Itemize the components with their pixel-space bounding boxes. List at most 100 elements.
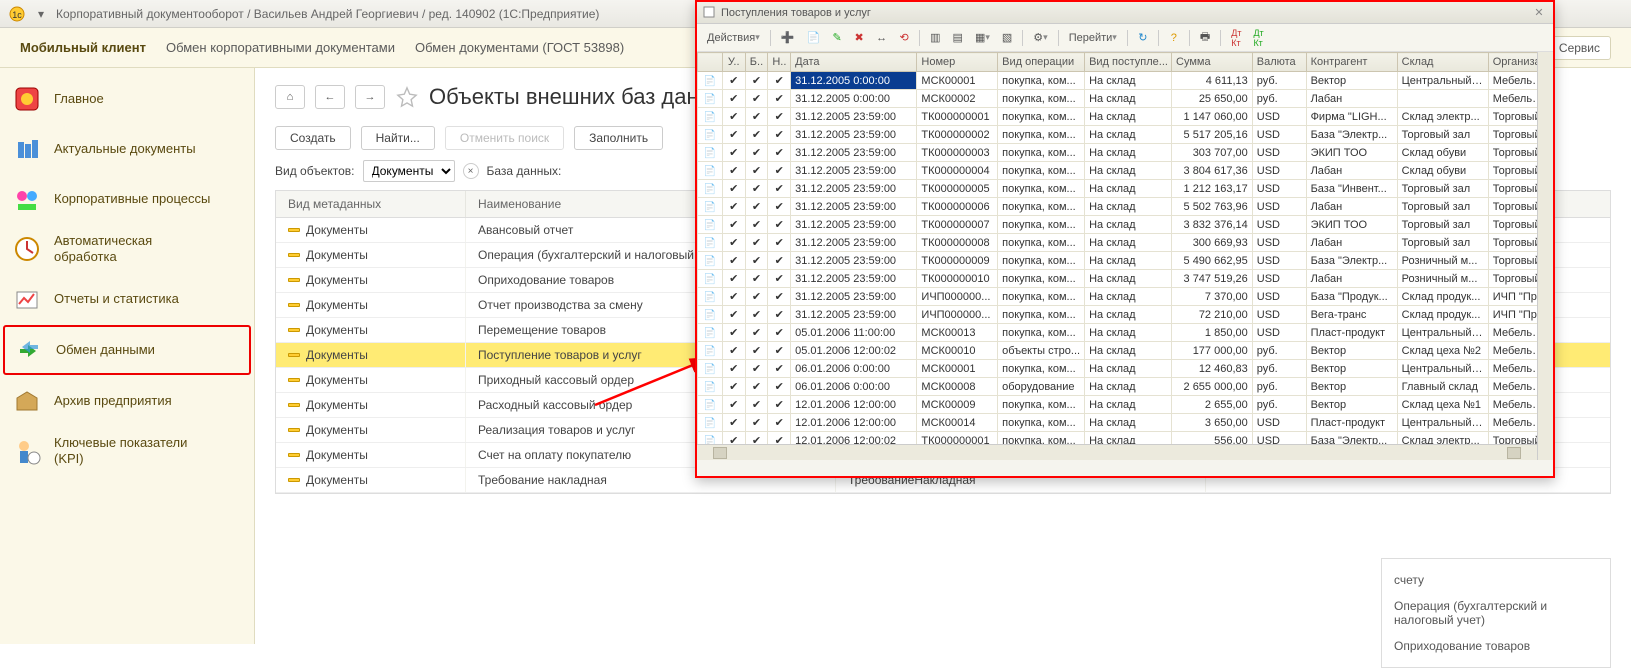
sidebar-item-1[interactable]: Актуальные документы bbox=[0, 124, 254, 174]
fill-button[interactable]: Заполнить bbox=[574, 126, 663, 150]
back-icon[interactable]: ← bbox=[315, 85, 345, 109]
grid-header[interactable]: Вид операции bbox=[998, 53, 1085, 72]
popup-grid[interactable]: У..Б..Н..ДатаНомерВид операцииВид поступ… bbox=[697, 52, 1553, 450]
grid-row[interactable]: 📄✔✔✔31.12.2005 23:59:00ТК000000003покупк… bbox=[698, 144, 1553, 162]
doc-icon bbox=[288, 478, 300, 482]
copy-icon[interactable]: 📄 bbox=[802, 29, 824, 47]
sidebar-item-4[interactable]: Отчеты и статистика bbox=[0, 274, 254, 324]
sidebar-item-3[interactable]: Автоматическаяобработка bbox=[0, 224, 254, 274]
grid-row[interactable]: 📄✔✔✔31.12.2005 23:59:00ИЧП000000...покуп… bbox=[698, 306, 1553, 324]
grid-row[interactable]: 📄✔✔✔12.01.2006 12:00:00МСК00009покупка, … bbox=[698, 396, 1553, 414]
add-icon[interactable]: ➕ bbox=[777, 29, 799, 47]
dkkr-icon[interactable]: ДтКт bbox=[1227, 29, 1245, 47]
refresh-icon[interactable]: ↔ bbox=[872, 29, 891, 47]
star-icon[interactable] bbox=[395, 85, 419, 109]
grid-header[interactable]: Валюта bbox=[1252, 53, 1306, 72]
grid-row[interactable]: 📄✔✔✔12.01.2006 12:00:00МСК00014покупка, … bbox=[698, 414, 1553, 432]
filter2-icon[interactable]: ▤ bbox=[949, 29, 967, 47]
grid-row[interactable]: 📄✔✔✔31.12.2005 23:59:00ТК000000008покупк… bbox=[698, 234, 1553, 252]
menu-service[interactable]: Сервис bbox=[1548, 36, 1611, 60]
home-icon[interactable]: ⌂ bbox=[275, 85, 305, 109]
grid-row[interactable]: 📄✔✔✔31.12.2005 23:59:00ТК000000007покупк… bbox=[698, 216, 1553, 234]
sidebar-icon-5 bbox=[12, 333, 46, 367]
sidebar-label: Корпоративные процессы bbox=[54, 191, 210, 207]
right-panel-item[interactable]: Оприходование товаров bbox=[1394, 633, 1598, 659]
settings-icon[interactable]: ⚙ bbox=[1029, 29, 1051, 47]
row-doc-icon: 📄 bbox=[704, 328, 716, 339]
goto-dropdown[interactable]: Перейти bbox=[1065, 29, 1121, 47]
row-doc-icon: 📄 bbox=[704, 184, 716, 195]
filter-select[interactable]: Документы bbox=[363, 160, 455, 182]
sidebar-label: Обмен данными bbox=[56, 342, 155, 358]
horizontal-scrollbar[interactable] bbox=[697, 444, 1537, 460]
grid-row[interactable]: 📄✔✔✔05.01.2006 12:00:02МСК00010объекты с… bbox=[698, 342, 1553, 360]
sidebar: ГлавноеАктуальные документы Корпоративные… bbox=[0, 68, 255, 644]
row-doc-icon: 📄 bbox=[704, 382, 716, 393]
grid-row[interactable]: 📄✔✔✔06.01.2006 0:00:00МСК00001покупка, к… bbox=[698, 360, 1553, 378]
filter3-icon[interactable]: ▦ bbox=[971, 29, 994, 47]
grid-row[interactable]: 📄✔✔✔31.12.2005 23:59:00ТК000000010покупк… bbox=[698, 270, 1553, 288]
grid-header[interactable]: Склад bbox=[1397, 53, 1488, 72]
grid-row[interactable]: 📄✔✔✔31.12.2005 0:00:00МСК00002покупка, к… bbox=[698, 90, 1553, 108]
grid-header[interactable]: Контрагент bbox=[1306, 53, 1397, 72]
grid-row[interactable]: 📄✔✔✔31.12.2005 0:00:00МСК00001покупка, к… bbox=[698, 72, 1553, 90]
grid-row[interactable]: 📄✔✔✔31.12.2005 23:59:00ТК000000005покупк… bbox=[698, 180, 1553, 198]
sidebar-icon-7 bbox=[10, 434, 44, 468]
grid-header[interactable]: Б.. bbox=[745, 53, 768, 72]
grid-header[interactable]: Дата bbox=[791, 53, 917, 72]
create-button[interactable]: Создать bbox=[275, 126, 351, 150]
grid-row[interactable]: 📄✔✔✔31.12.2005 23:59:00ТК000000009покупк… bbox=[698, 252, 1553, 270]
filter-label: Вид объектов: bbox=[275, 164, 355, 178]
sidebar-item-2[interactable]: Корпоративные процессы bbox=[0, 174, 254, 224]
menu-corp-exchange[interactable]: Обмен корпоративными документами bbox=[166, 40, 395, 55]
sidebar-item-7[interactable]: Ключевые показатели(KPI) bbox=[0, 426, 254, 476]
app-logo-icon: 1c bbox=[8, 5, 26, 23]
grid-row[interactable]: 📄✔✔✔31.12.2005 23:59:00ТК000000002покупк… bbox=[698, 126, 1553, 144]
sidebar-label: Ключевые показатели(KPI) bbox=[54, 435, 187, 466]
grid-header[interactable] bbox=[698, 53, 723, 72]
forward-icon[interactable]: → bbox=[355, 85, 385, 109]
grid-header[interactable]: Вид поступле... bbox=[1085, 53, 1172, 72]
meta-header-vm[interactable]: Вид метаданных bbox=[276, 191, 466, 217]
grid-header[interactable]: У.. bbox=[722, 53, 745, 72]
right-panel-item[interactable]: счету bbox=[1394, 567, 1598, 593]
dkkr2-icon[interactable]: ДтКт bbox=[1249, 29, 1267, 47]
page-title: Объекты внешних баз данн bbox=[429, 84, 711, 110]
filter1-icon[interactable]: ▥ bbox=[926, 29, 944, 47]
delete-icon[interactable]: ✖ bbox=[850, 29, 868, 47]
sidebar-label: Архив предприятия bbox=[54, 393, 172, 409]
popup-window: Поступления товаров и услуг ✕ Действия ➕… bbox=[695, 0, 1555, 478]
sidebar-item-5[interactable]: Обмен данными bbox=[3, 325, 251, 375]
grid-header[interactable]: Н.. bbox=[768, 53, 791, 72]
grid-row[interactable]: 📄✔✔✔05.01.2006 11:00:00МСК00013покупка, … bbox=[698, 324, 1553, 342]
actions-dropdown[interactable]: Действия bbox=[703, 29, 764, 47]
row-doc-icon: 📄 bbox=[704, 418, 716, 429]
grid-row[interactable]: 📄✔✔✔06.01.2006 0:00:00МСК00008оборудован… bbox=[698, 378, 1553, 396]
edit-icon[interactable]: ✎ bbox=[828, 29, 846, 47]
grid-row[interactable]: 📄✔✔✔31.12.2005 23:59:00ИЧП000000...покуп… bbox=[698, 288, 1553, 306]
find-icon[interactable]: ⟲ bbox=[895, 29, 913, 47]
row-doc-icon: 📄 bbox=[704, 400, 716, 411]
grid-header[interactable]: Номер bbox=[917, 53, 998, 72]
popup-titlebar[interactable]: Поступления товаров и услуг ✕ bbox=[697, 2, 1553, 24]
right-panel-item[interactable]: Операция (бухгалтерский и налоговый учет… bbox=[1394, 593, 1598, 633]
help-icon[interactable]: ? bbox=[1165, 29, 1183, 47]
clear-filter-icon[interactable]: × bbox=[463, 163, 479, 179]
vertical-scrollbar[interactable] bbox=[1537, 52, 1553, 460]
sidebar-item-6[interactable]: Архив предприятия bbox=[0, 376, 254, 426]
grid-row[interactable]: 📄✔✔✔31.12.2005 23:59:00ТК000000004покупк… bbox=[698, 162, 1553, 180]
popup-title-text: Поступления товаров и услуг bbox=[721, 7, 871, 19]
sidebar-item-0[interactable]: Главное bbox=[0, 74, 254, 124]
grid-row[interactable]: 📄✔✔✔31.12.2005 23:59:00ТК000000001покупк… bbox=[698, 108, 1553, 126]
find-button[interactable]: Найти... bbox=[361, 126, 435, 150]
filter4-icon[interactable]: ▧ bbox=[998, 29, 1016, 47]
reload-icon[interactable]: ↻ bbox=[1134, 29, 1152, 47]
grid-row[interactable]: 📄✔✔✔31.12.2005 23:59:00ТК000000006покупк… bbox=[698, 198, 1553, 216]
menu-gost-exchange[interactable]: Обмен документами (ГОСТ 53898) bbox=[415, 40, 624, 55]
dropdown-icon[interactable]: ▾ bbox=[32, 5, 50, 23]
doc-icon bbox=[288, 303, 300, 307]
close-icon[interactable]: ✕ bbox=[1531, 5, 1547, 21]
print-icon[interactable]: 🖶 bbox=[1196, 29, 1214, 47]
grid-header[interactable]: Сумма bbox=[1172, 53, 1253, 72]
menu-mobile-client[interactable]: Мобильный клиент bbox=[20, 40, 146, 55]
